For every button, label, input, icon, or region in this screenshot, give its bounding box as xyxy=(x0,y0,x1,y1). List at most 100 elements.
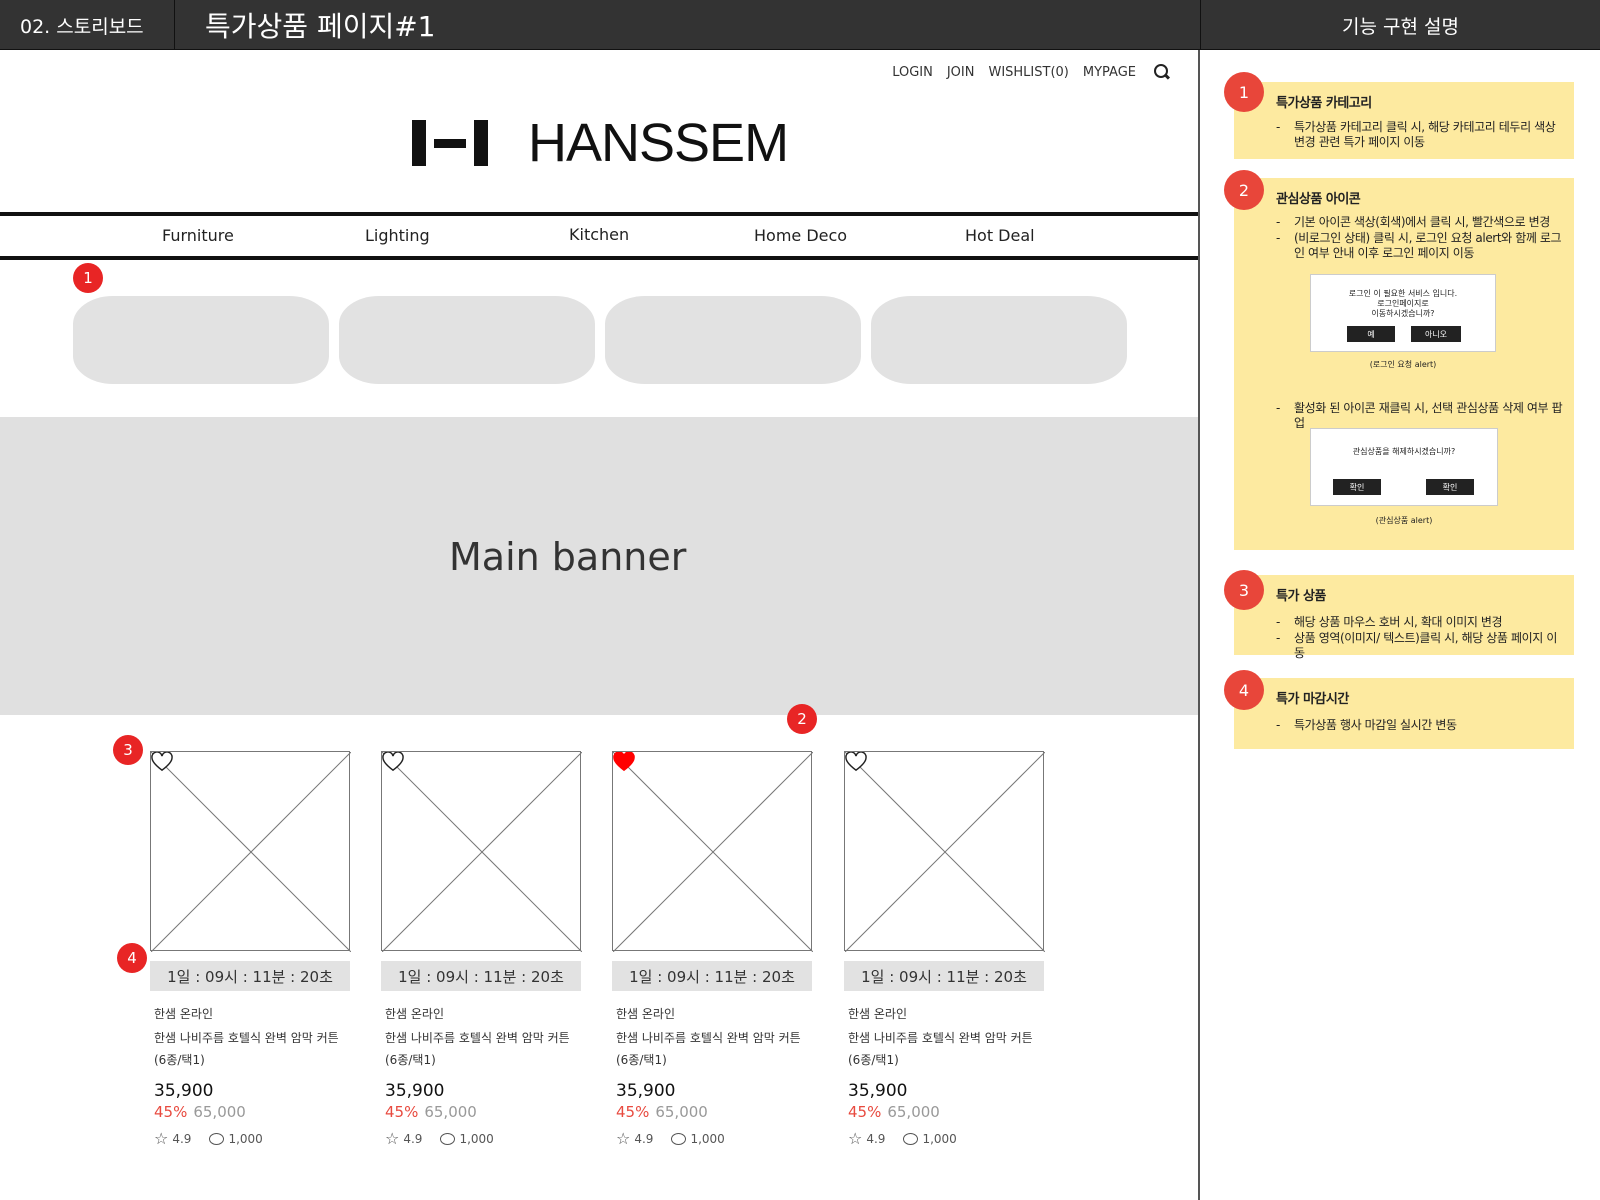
main-banner[interactable]: Main banner xyxy=(0,417,1198,715)
storyboard-header: 02. 스토리보드 특가상품 페이지#1 기능 구현 설명 xyxy=(0,0,1600,50)
product-name[interactable]: 한샘 나비주름 호텔식 완벽 암막 커튼(6종/택1) xyxy=(150,1027,350,1071)
note-4: 특가 마감시간 특가상품 행사 마감일 실시간 변동 xyxy=(1234,678,1574,749)
review-count: 1,000 xyxy=(459,1131,494,1146)
note-2-badge: 2 xyxy=(1224,170,1264,210)
rating-value: 4.9 xyxy=(172,1131,192,1146)
countdown-timer: 1일 : 09시 : 11분 : 20초 xyxy=(150,961,350,991)
utility-nav: LOGIN JOIN WISHLIST(0) MYPAGE xyxy=(892,64,1170,80)
nav-item-furniture[interactable]: Furniture xyxy=(162,226,234,245)
note-line: 활성화 된 아이콘 재클릭 시, 선택 관심상품 삭제 여부 팝업 xyxy=(1276,401,1566,431)
product-card[interactable]: 1일 : 09시 : 11분 : 20초 한샘 온라인 한샘 나비주름 호텔식 … xyxy=(844,751,1045,1148)
note-title: 특가상품 카테고리 xyxy=(1276,96,1372,111)
wishlist-link[interactable]: WISHLIST(0) xyxy=(988,65,1068,80)
original-price: 65,000 xyxy=(887,1103,940,1121)
product-brand: 한샘 온라인 xyxy=(616,1007,676,1021)
countdown-timer: 1일 : 09시 : 11분 : 20초 xyxy=(381,961,581,991)
product-brand: 한샘 온라인 xyxy=(154,1007,214,1021)
product-price: 35,900 xyxy=(616,1081,676,1101)
note-line: (비로그인 상태) 클릭 시, 로그인 요청 alert와 함께 로그인 여부 … xyxy=(1276,231,1566,261)
join-link[interactable]: JOIN xyxy=(947,65,975,80)
note-line: 특가상품 카테고리 클릭 시, 해당 카테고리 테두리 색상 변경 관련 특가 … xyxy=(1276,120,1566,150)
product-image-placeholder[interactable] xyxy=(844,751,1045,952)
product-image-placeholder[interactable] xyxy=(150,751,351,952)
review-count: 1,000 xyxy=(228,1131,263,1146)
logo-mark-icon xyxy=(412,120,488,166)
note-line: 특가상품 행사 마감일 실시간 변동 xyxy=(1276,718,1566,733)
heart-icon[interactable] xyxy=(382,752,404,772)
page-title: 특가상품 페이지#1 xyxy=(205,10,436,43)
comment-icon xyxy=(671,1132,687,1145)
logo[interactable]: HANSSEM xyxy=(412,112,789,174)
rating-row: ☆ 4.9 1,000 xyxy=(844,1129,1044,1148)
comment-icon xyxy=(209,1132,225,1145)
discount-rate: 45% xyxy=(616,1103,650,1121)
star-icon: ☆ xyxy=(385,1129,400,1148)
note-1: 특가상품 카테고리 특가상품 카테고리 클릭 시, 해당 카테고리 테두리 색상… xyxy=(1234,82,1574,159)
product-name[interactable]: 한샘 나비주름 호텔식 완벽 암막 커튼(6종/택1) xyxy=(844,1027,1044,1071)
login-link[interactable]: LOGIN xyxy=(892,65,933,80)
review-count: 1,000 xyxy=(690,1131,725,1146)
marker-2-badge: 2 xyxy=(787,704,817,734)
category-row xyxy=(73,296,1127,384)
banner-text: Main banner xyxy=(449,535,687,579)
original-price: 65,000 xyxy=(193,1103,246,1121)
discount-rate: 45% xyxy=(385,1103,419,1121)
product-price: 35,900 xyxy=(154,1081,214,1101)
nav-item-kitchen[interactable]: Kitchen xyxy=(569,225,629,244)
countdown-timer: 1일 : 09시 : 11분 : 20초 xyxy=(844,961,1044,991)
note-line: 해당 상품 마우스 호버 시, 확대 이미지 변경 xyxy=(1276,615,1566,630)
heart-icon-active[interactable] xyxy=(613,752,635,772)
product-price: 35,900 xyxy=(848,1081,908,1101)
product-image-placeholder[interactable] xyxy=(381,751,582,952)
alert-caption: (관심상품 alert) xyxy=(1375,516,1433,525)
product-name[interactable]: 한샘 나비주름 호텔식 완벽 암막 커튼(6종/택1) xyxy=(612,1027,812,1071)
heart-icon[interactable] xyxy=(845,752,867,772)
category-item[interactable] xyxy=(73,296,329,384)
note-3: 특가 상품 해당 상품 마우스 호버 시, 확대 이미지 변경 상품 영역(이미… xyxy=(1234,575,1574,660)
category-item[interactable] xyxy=(339,296,595,384)
product-image-placeholder[interactable] xyxy=(612,751,813,952)
nav-item-hot-deal[interactable]: Hot Deal xyxy=(965,226,1035,245)
star-icon: ☆ xyxy=(848,1129,863,1148)
product-price: 35,900 xyxy=(385,1081,445,1101)
marker-3-badge: 3 xyxy=(113,735,143,765)
alert-confirm-button: 확인 xyxy=(1333,479,1381,495)
mypage-link[interactable]: MYPAGE xyxy=(1083,65,1136,80)
nav-item-home-deco[interactable]: Home Deco xyxy=(754,226,847,245)
alert-no-button: 아니오 xyxy=(1411,326,1461,342)
product-name[interactable]: 한샘 나비주름 호텔식 완벽 암막 커튼(6종/택1) xyxy=(381,1027,581,1071)
product-card[interactable]: 1일 : 09시 : 11분 : 20초 한샘 온라인 한샘 나비주름 호텔식 … xyxy=(381,751,582,1148)
note-1-badge: 1 xyxy=(1224,72,1264,112)
product-card[interactable]: 1일 : 09시 : 11분 : 20초 한샘 온라인 한샘 나비주름 호텔식 … xyxy=(612,751,813,1148)
star-icon: ☆ xyxy=(616,1129,631,1148)
category-item[interactable] xyxy=(605,296,861,384)
category-item[interactable] xyxy=(871,296,1127,384)
comment-icon xyxy=(440,1132,456,1145)
marker-1-badge: 1 xyxy=(73,263,103,293)
login-alert-preview: 로그인 이 필요한 서비스 입니다. 로그인페이지로 이동하시겠습니까? 예 아… xyxy=(1310,274,1496,352)
product-card[interactable]: 1일 : 09시 : 11분 : 20초 한샘 온라인 한샘 나비주름 호텔식 … xyxy=(150,751,351,1148)
original-price: 65,000 xyxy=(424,1103,477,1121)
rating-value: 4.9 xyxy=(866,1131,886,1146)
rating-row: ☆ 4.9 1,000 xyxy=(612,1129,812,1148)
note-line: 상품 영역(이미지/ 텍스트)클릭 시, 해당 상품 페이지 이동 xyxy=(1276,631,1566,661)
note-4-badge: 4 xyxy=(1224,670,1264,710)
discount-row: 45% 65,000 xyxy=(612,1103,812,1121)
heart-icon[interactable] xyxy=(151,752,173,772)
countdown-timer: 1일 : 09시 : 11분 : 20초 xyxy=(612,961,812,991)
original-price: 65,000 xyxy=(655,1103,708,1121)
search-icon[interactable] xyxy=(1154,64,1170,80)
nav-item-lighting[interactable]: Lighting xyxy=(365,226,430,245)
rating-value: 4.9 xyxy=(403,1131,423,1146)
note-title: 특가 마감시간 xyxy=(1276,692,1349,707)
note-line: 기본 아이콘 색상(회색)에서 클릭 시, 빨간색으로 변경 xyxy=(1276,215,1566,230)
note-title: 특가 상품 xyxy=(1276,589,1326,604)
comment-icon xyxy=(903,1132,919,1145)
description-panel: 특가상품 카테고리 특가상품 카테고리 클릭 시, 해당 카테고리 테두리 색상… xyxy=(1202,50,1600,1200)
note-2: 관심상품 아이콘 기본 아이콘 색상(회색)에서 클릭 시, 빨간색으로 변경 … xyxy=(1234,178,1574,550)
rating-row: ☆ 4.9 1,000 xyxy=(150,1129,350,1148)
alert-yes-button: 예 xyxy=(1347,326,1395,342)
product-brand: 한샘 온라인 xyxy=(848,1007,908,1021)
alert-confirm-button: 확인 xyxy=(1426,479,1474,495)
rating-value: 4.9 xyxy=(634,1131,654,1146)
